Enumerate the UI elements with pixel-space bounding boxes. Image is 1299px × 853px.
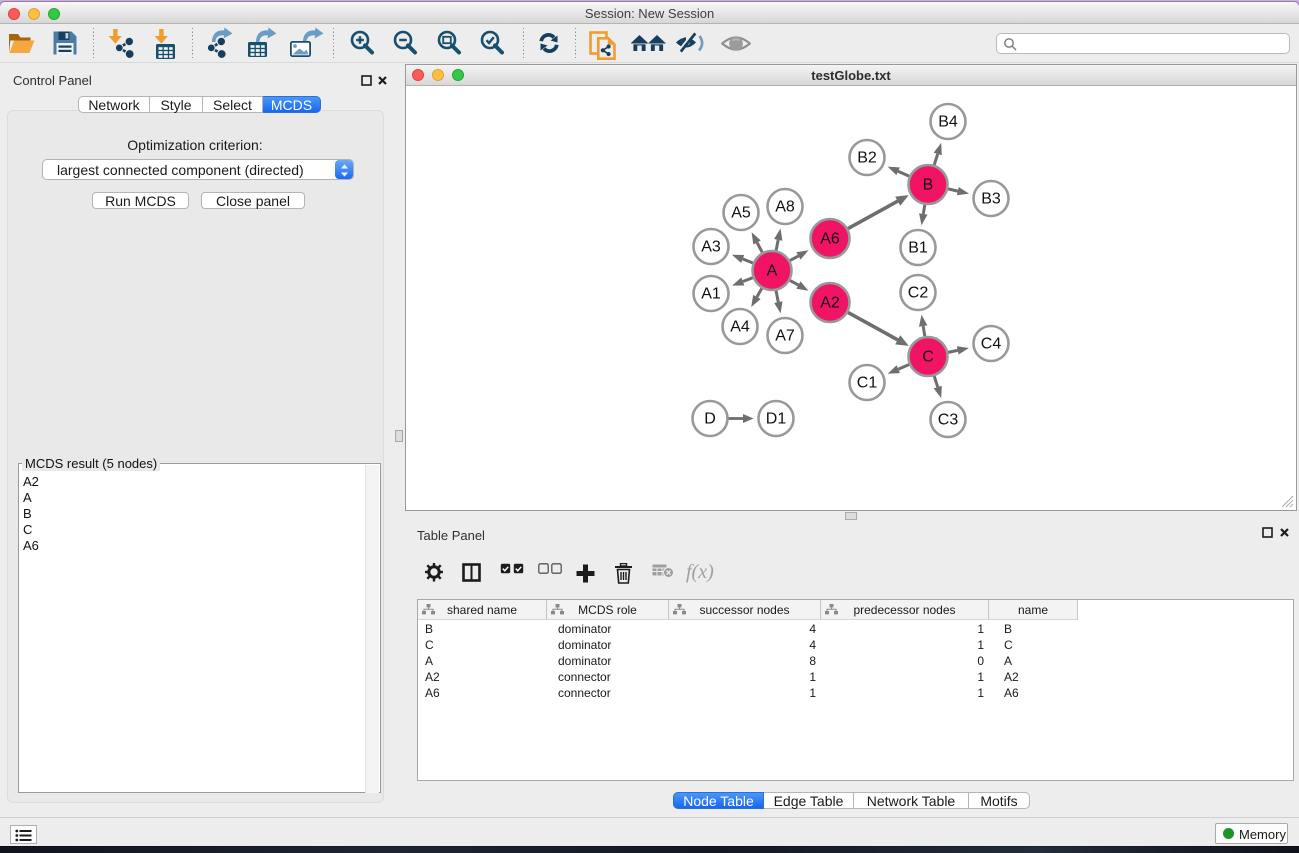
svg-text:B1: B1 — [908, 240, 928, 257]
svg-text:C1: C1 — [857, 375, 878, 392]
svg-text:A3: A3 — [701, 239, 721, 256]
svg-text:A5: A5 — [731, 205, 751, 222]
svg-text:C: C — [922, 349, 934, 366]
svg-text:C4: C4 — [981, 336, 1002, 353]
svg-text:B2: B2 — [857, 150, 877, 167]
svg-text:D: D — [704, 411, 716, 428]
svg-text:B4: B4 — [938, 114, 958, 131]
svg-text:C3: C3 — [938, 412, 959, 429]
svg-text:A4: A4 — [730, 319, 750, 336]
svg-text:B: B — [923, 177, 934, 194]
svg-text:A8: A8 — [775, 199, 795, 216]
svg-text:C2: C2 — [908, 285, 929, 302]
svg-text:A2: A2 — [820, 295, 840, 312]
svg-text:D1: D1 — [766, 411, 787, 428]
svg-text:B3: B3 — [981, 191, 1001, 208]
svg-text:A1: A1 — [701, 286, 721, 303]
svg-text:A7: A7 — [775, 328, 795, 345]
svg-text:A6: A6 — [820, 231, 840, 248]
svg-text:A: A — [767, 263, 778, 280]
